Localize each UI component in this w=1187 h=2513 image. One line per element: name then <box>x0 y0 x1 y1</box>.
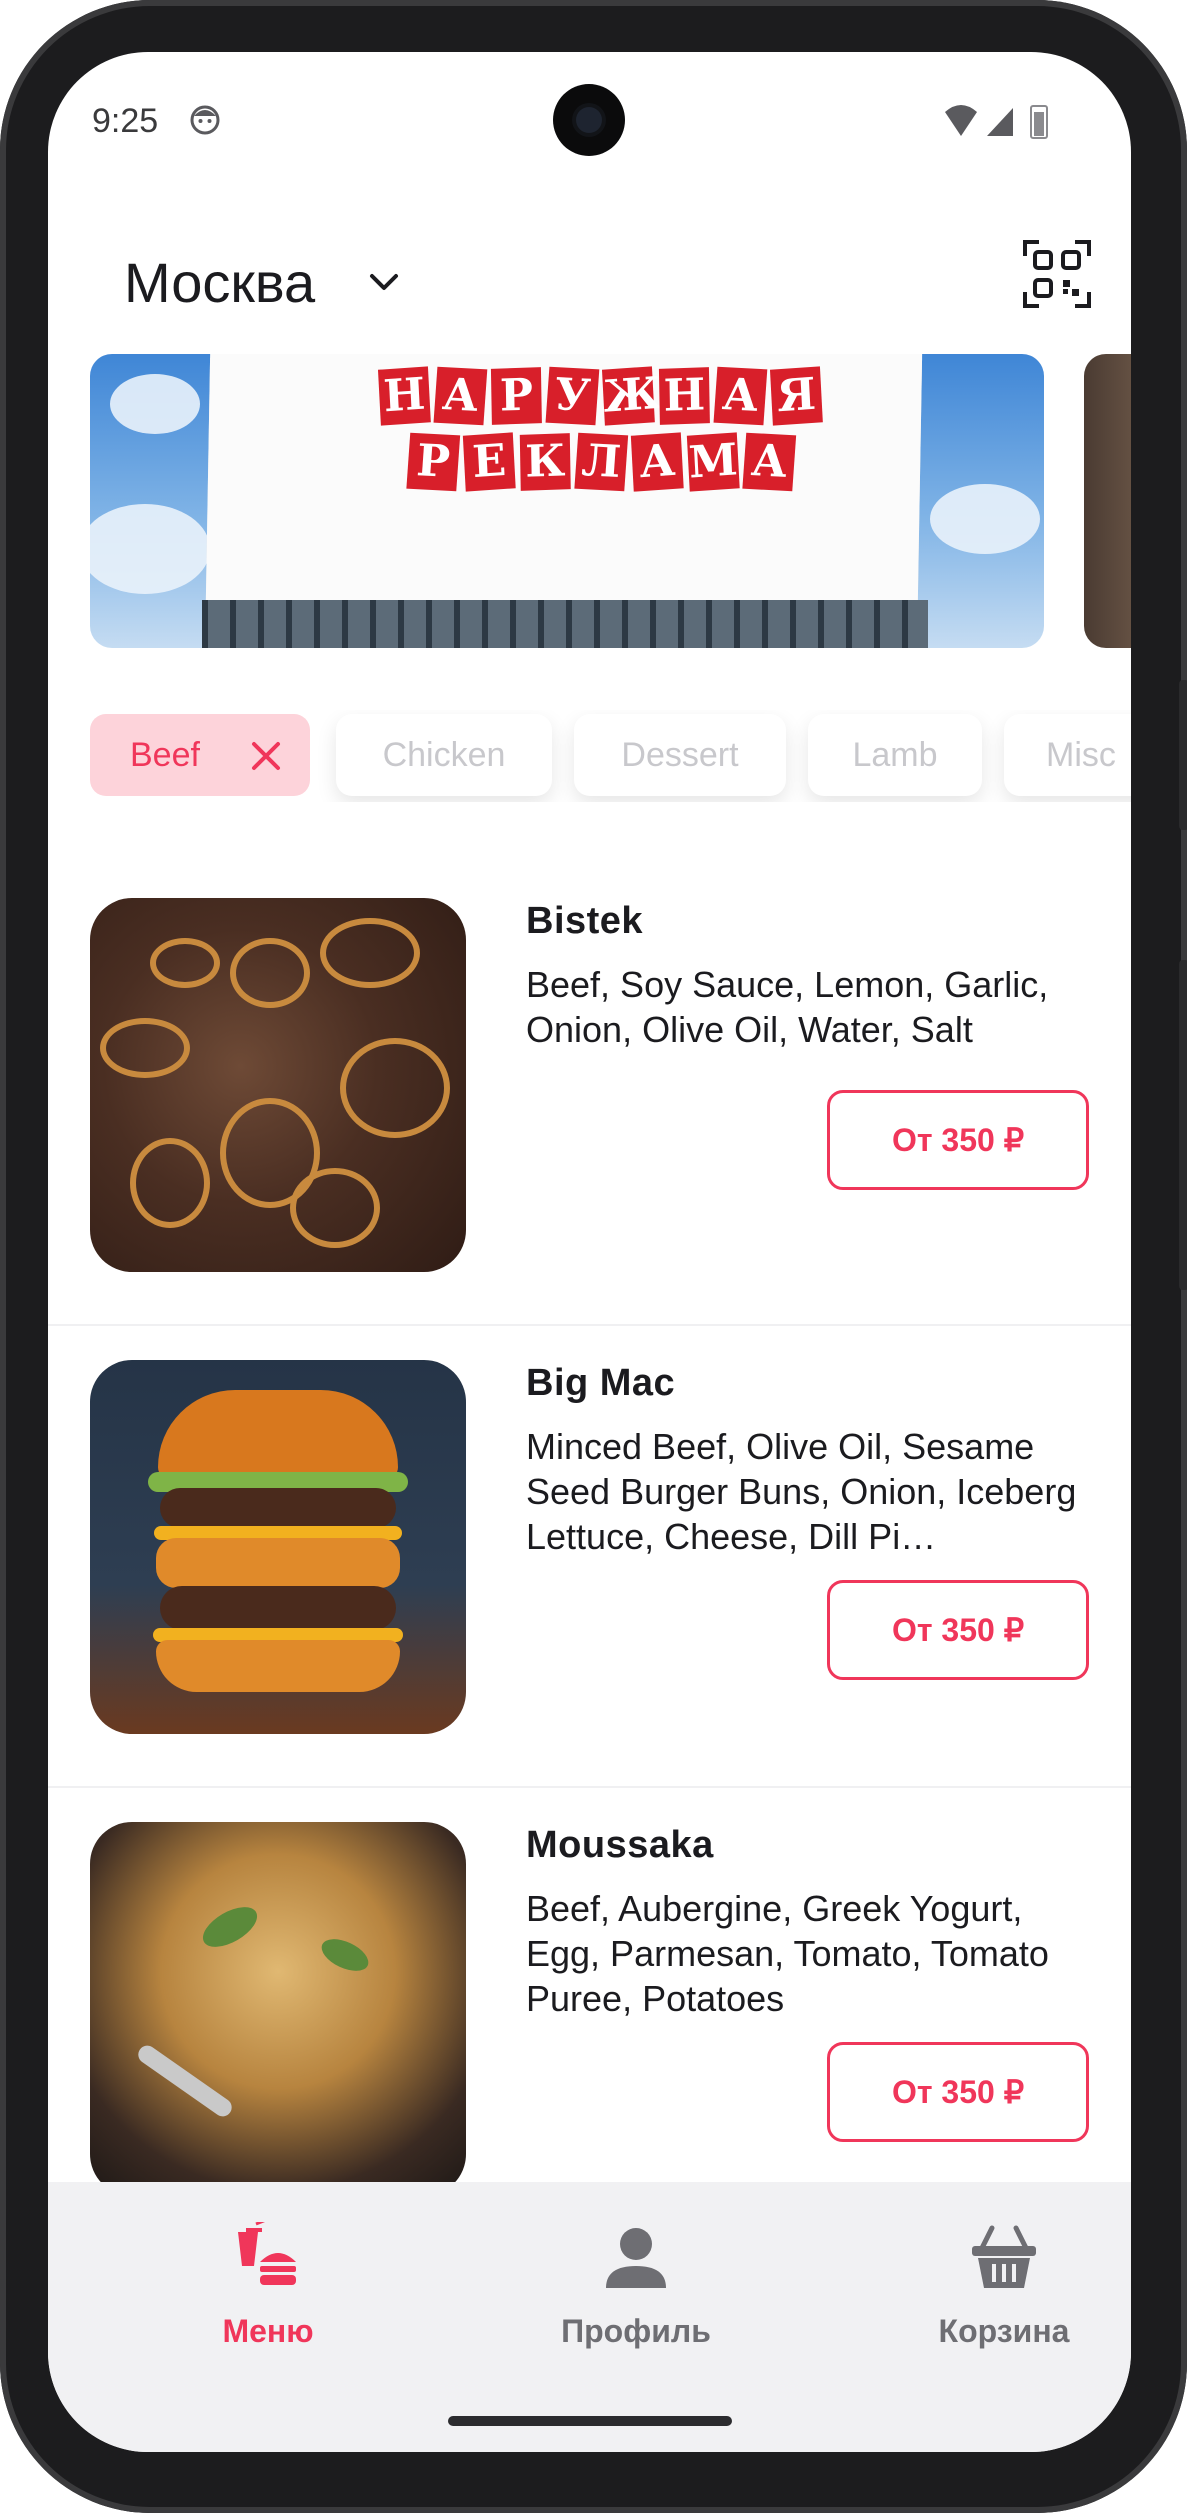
chip-dessert[interactable]: Dessert <box>574 714 786 796</box>
phone-frame: 9:25 Москва Н А Р У Ж Н А Я Р Е К Л А М … <box>0 0 1187 2513</box>
nav-profile[interactable]: Профиль <box>526 2222 746 2350</box>
person-icon <box>606 2228 666 2288</box>
billboard-letter: А <box>742 432 797 492</box>
menu-item[interactable]: Moussaka Beef, Aubergine, Greek Yogurt, … <box>48 1786 1131 2248</box>
billboard: НАРУЖНАЯ РЕКЛАМА <box>205 354 923 600</box>
dish-image <box>90 1822 466 2196</box>
close-icon[interactable] <box>250 740 282 772</box>
cloud-decoration <box>90 504 210 594</box>
billboard-letter: Р <box>490 367 542 425</box>
nav-label: Профиль <box>561 2313 711 2349</box>
qr-code-icon[interactable] <box>1023 240 1091 308</box>
promo-carousel[interactable]: НАРУЖНАЯ РЕКЛАМА <box>90 354 1131 650</box>
dish-name: Big Mac <box>526 1362 676 1404</box>
wifi-icon <box>945 105 977 136</box>
billboard-letter: У <box>545 366 600 426</box>
billboard-support <box>202 600 928 648</box>
chip-label: Misc <box>1046 736 1116 774</box>
nav-cart[interactable]: Корзина <box>894 2222 1114 2350</box>
dish-description: Minced Beef, Olive Oil, Sesame Seed Burg… <box>526 1426 1077 1557</box>
chevron-down-icon[interactable] <box>364 262 404 302</box>
dish-name: Bistek <box>526 900 644 942</box>
chip-lamb[interactable]: Lamb <box>808 714 982 796</box>
dish-image <box>90 1360 466 1734</box>
face-icon <box>190 105 220 135</box>
chip-misc[interactable]: Misc <box>1004 714 1131 796</box>
nav-label: Корзина <box>938 2313 1070 2349</box>
power-button <box>1179 960 1187 1290</box>
billboard-letter: Я <box>769 366 823 426</box>
chip-label: Chicken <box>382 736 506 774</box>
chip-beef[interactable]: Beef <box>90 714 310 796</box>
billboard-letter: К <box>519 433 571 491</box>
promo-banner[interactable]: НАРУЖНАЯ РЕКЛАМА <box>90 354 1044 648</box>
billboard-text: НАРУЖНАЯ РЕКЛАМА <box>377 366 1000 500</box>
price-button[interactable]: От 350 ₽ <box>827 1090 1089 1190</box>
signal-icon <box>987 108 1013 136</box>
billboard-line-2: РЕКЛАМА <box>406 432 999 492</box>
volume-button <box>1179 680 1187 830</box>
billboard-letter: Л <box>574 432 629 492</box>
billboard-letter: Ж <box>601 366 662 426</box>
dish-image <box>90 898 466 1272</box>
billboard-letter: Р <box>406 432 461 492</box>
billboard-letter: А <box>713 366 768 426</box>
chip-label: Beef <box>130 736 200 774</box>
billboard-letter: А <box>433 366 488 426</box>
billboard-letter: Н <box>377 366 431 426</box>
menu-item[interactable]: Bistek Beef, Soy Sauce, Lemon, Garlic, O… <box>48 862 1131 1326</box>
battery-icon <box>1030 105 1048 139</box>
status-time: 9:25 <box>92 102 159 140</box>
price-button[interactable]: От 350 ₽ <box>827 2042 1089 2142</box>
nav-menu[interactable]: Меню <box>158 2218 378 2350</box>
status-bar: 9:25 <box>48 52 1131 192</box>
city-selector[interactable]: Москва <box>124 250 315 315</box>
billboard-letter: Н <box>658 367 710 425</box>
camera-cutout <box>553 84 625 156</box>
status-icons <box>945 105 1048 139</box>
promo-banner-next[interactable] <box>1084 354 1131 648</box>
screen: 9:25 Москва Н А Р У Ж Н А Я Р Е К Л А М … <box>48 52 1131 2452</box>
chip-label: Dessert <box>621 736 739 774</box>
dish-name: Moussaka <box>526 1824 714 1866</box>
cloud-decoration <box>110 374 200 434</box>
fastfood-icon <box>238 2218 296 2285</box>
dish-description: Beef, Aubergine, Greek Yogurt, Egg, Parm… <box>526 1888 1049 2019</box>
price-button[interactable]: От 350 ₽ <box>827 1580 1089 1680</box>
home-indicator[interactable] <box>448 2416 732 2426</box>
billboard-line-1: НАРУЖНАЯ <box>377 366 1000 426</box>
billboard-letter: Е <box>462 432 516 492</box>
dish-description: Beef, Soy Sauce, Lemon, Garlic, Onion, O… <box>526 964 1049 1050</box>
category-chips: Beef Chicken Dessert Lamb Misc <box>90 710 1131 802</box>
chip-label: Lamb <box>852 736 938 774</box>
nav-label: Меню <box>222 2313 314 2349</box>
billboard-letter: М <box>686 432 740 492</box>
chip-chicken[interactable]: Chicken <box>336 714 552 796</box>
header: Москва <box>48 222 1131 342</box>
bottom-nav: Меню Профиль Корзина <box>48 2182 1131 2452</box>
billboard-letter: А <box>630 432 684 492</box>
basket-icon <box>972 2225 1036 2288</box>
menu-item[interactable]: Big Mac Minced Beef, Olive Oil, Sesame S… <box>48 1324 1131 1788</box>
